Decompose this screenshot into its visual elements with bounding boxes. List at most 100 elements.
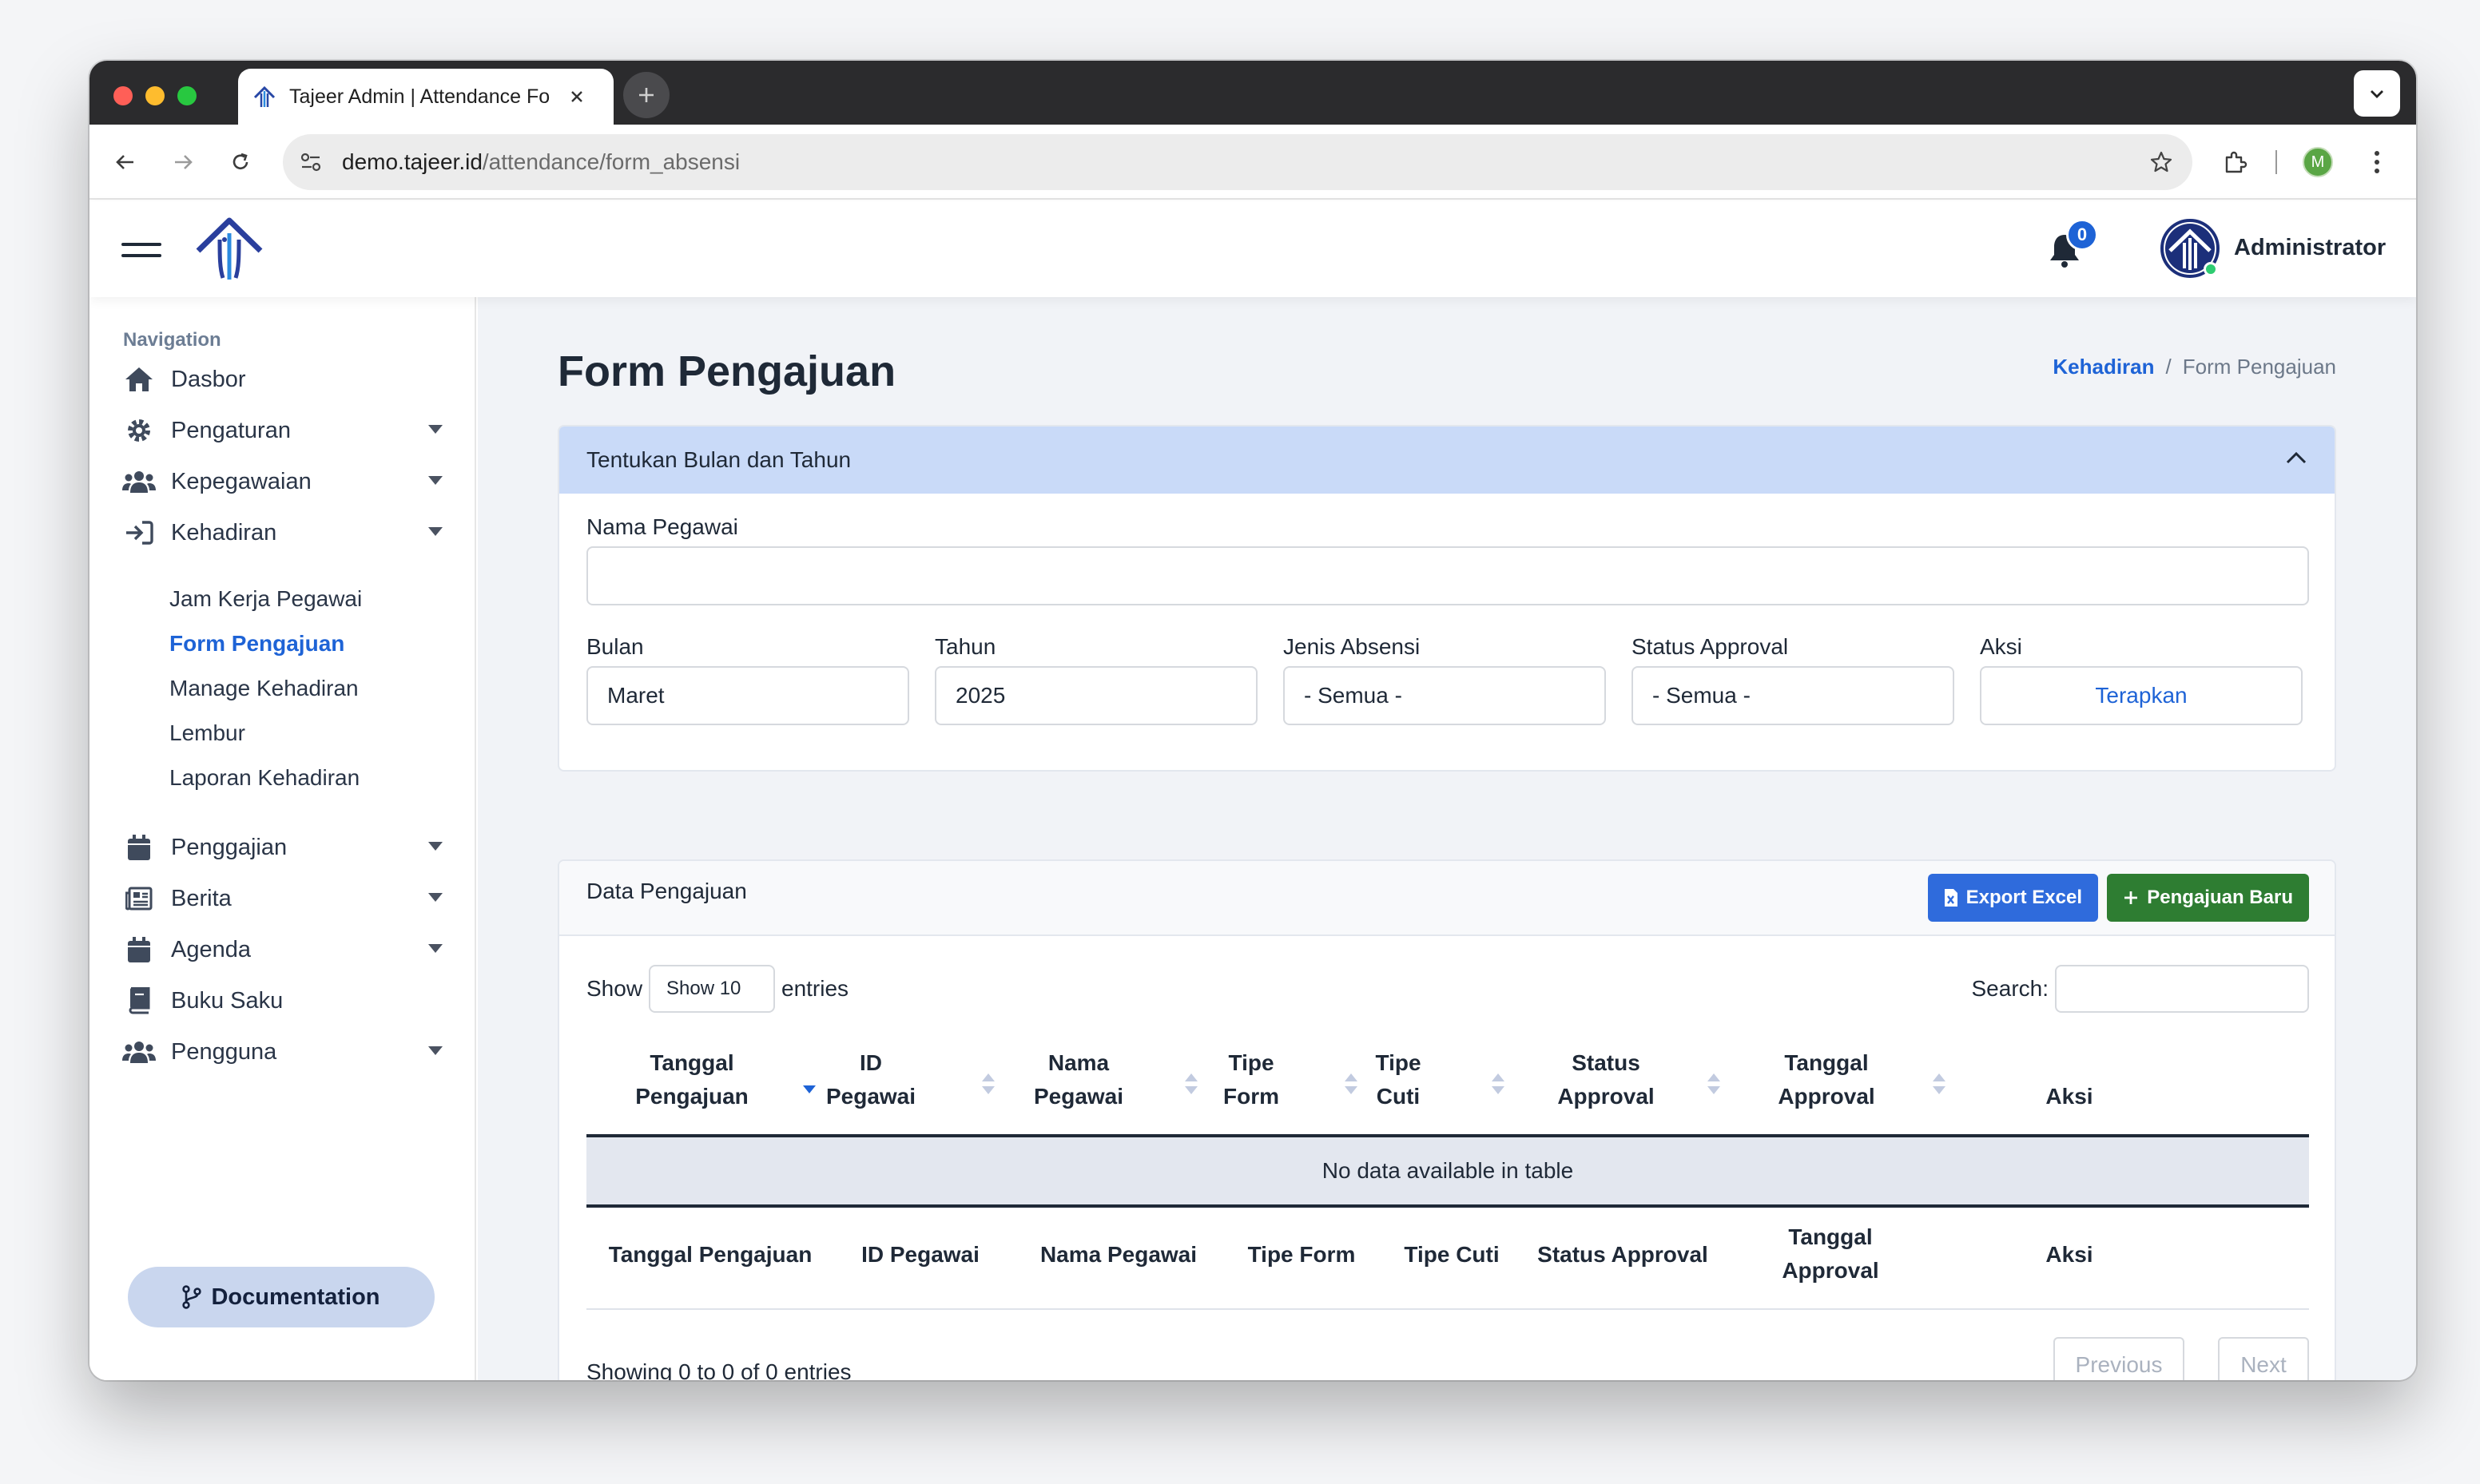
tab-favicon-icon	[252, 85, 276, 109]
search-input[interactable]	[2055, 965, 2309, 1013]
empty-table-row: No data available in table	[586, 1137, 2309, 1204]
browser-window: Tajeer Admin | Attendance Fo demo.tajeer…	[89, 61, 2416, 1380]
col-header-status-approval[interactable]: Status Approval	[1518, 1046, 1694, 1113]
app-logo[interactable]	[193, 216, 265, 283]
browser-toolbar: demo.tajeer.id/attendance/form_absensi M	[89, 125, 2416, 200]
previous-page-button[interactable]: Previous	[2053, 1337, 2184, 1380]
sidebar-item-berita[interactable]: Berita	[121, 877, 457, 920]
sidebar-subitem-form-pengajuan[interactable]: Form Pengajuan	[169, 631, 344, 657]
user-name[interactable]: Administrator	[2234, 235, 2386, 261]
new-tab-button[interactable]	[623, 72, 670, 118]
next-page-button[interactable]: Next	[2218, 1337, 2309, 1380]
reload-button[interactable]	[221, 142, 260, 182]
site-settings-icon[interactable]	[299, 150, 323, 174]
footer-col-aksi: Aksi	[2045, 1242, 2093, 1267]
bookmark-star-icon[interactable]	[2149, 150, 2173, 174]
breadcrumb-separator: /	[2165, 355, 2172, 379]
col-header-tipe-cuti[interactable]: Tipe Cuti	[1358, 1046, 1438, 1113]
online-status-dot	[2204, 262, 2218, 276]
caret-down-icon	[428, 944, 443, 953]
sidebar-item-label: Agenda	[171, 936, 251, 962]
approval-status-select[interactable]: - Semua -	[1631, 666, 1954, 725]
page-length-select[interactable]: Show 10	[649, 965, 775, 1013]
sidebar-item-kepegawaian[interactable]: Kepegawaian	[121, 460, 457, 503]
profile-avatar[interactable]: M	[2303, 147, 2333, 177]
notification-bell-button[interactable]: 0	[2047, 219, 2098, 268]
sidebar-subitem-lembur[interactable]: Lembur	[169, 720, 245, 746]
col-header-tanggal-pengajuan[interactable]: Tanggal Pengajuan	[604, 1046, 780, 1113]
browser-menu-button[interactable]	[2357, 142, 2397, 182]
month-select[interactable]: Maret	[586, 666, 909, 725]
sidebar-item-penggajian[interactable]: Penggajian	[121, 826, 457, 869]
export-excel-label: Export Excel	[1965, 887, 2082, 908]
year-select[interactable]: 2025	[935, 666, 1258, 725]
arrow-right-icon	[175, 155, 193, 169]
browser-tab[interactable]: Tajeer Admin | Attendance Fo	[238, 69, 614, 125]
close-window-button[interactable]	[113, 86, 133, 105]
hamburger-icon	[121, 243, 161, 257]
main-content: Form Pengajuan Kehadiran / Form Pengajua…	[478, 297, 2416, 1380]
arrow-left-icon	[116, 155, 133, 169]
footer-col-tipe-form: Tipe Form	[1247, 1242, 1356, 1267]
sort-icon	[1707, 1072, 1721, 1096]
col-header-id-pegawai[interactable]: ID Pegawai	[799, 1046, 943, 1113]
export-excel-button[interactable]: Export Excel	[1927, 874, 2098, 922]
git-branch-icon	[182, 1285, 202, 1309]
notification-count-badge: 0	[2066, 219, 2098, 251]
new-request-button[interactable]: Pengajuan Baru	[2107, 874, 2309, 922]
sidebar-subitem-jam-kerja-pegawai[interactable]: Jam Kerja Pegawai	[169, 586, 362, 612]
tab-close-icon[interactable]	[569, 89, 585, 105]
address-bar[interactable]: demo.tajeer.id/attendance/form_absensi	[283, 134, 2192, 190]
sidebar-subitem-manage-kehadiran[interactable]: Manage Kehadiran	[169, 676, 359, 701]
user-avatar[interactable]	[2160, 219, 2220, 278]
file-excel-icon	[1944, 888, 1958, 907]
caret-down-icon	[428, 842, 443, 851]
forward-button[interactable]	[163, 142, 203, 182]
approval-status-label: Status Approval	[1631, 634, 1789, 659]
sidebar-item-label: Penggajian	[171, 834, 288, 860]
sidebar-item-dasbor[interactable]: Dasbor	[121, 358, 457, 401]
sidebar-item-label: Pengguna	[171, 1038, 277, 1065]
back-button[interactable]	[105, 142, 145, 182]
col-header-aksi: Aksi	[2045, 1084, 2093, 1109]
sidebar-item-label: Buku Saku	[171, 987, 284, 1014]
calendar-icon	[121, 932, 157, 967]
employee-input[interactable]	[586, 546, 2309, 605]
sidebar-item-pengguna[interactable]: Pengguna	[121, 1030, 457, 1073]
sidebar-item-label: Dasbor	[171, 366, 246, 392]
tab-title: Tajeer Admin | Attendance Fo	[289, 85, 550, 108]
data-card-header: Data Pengajuan Export Excel Pengajuan Ba…	[559, 861, 2335, 936]
employee-label: Nama Pegawai	[586, 514, 738, 539]
sidebar-item-agenda[interactable]: Agenda	[121, 928, 457, 971]
filter-card-header[interactable]: Tentukan Bulan dan Tahun	[559, 427, 2335, 494]
filter-card: Tentukan Bulan dan Tahun Nama Pegawai Bu…	[558, 425, 2336, 772]
chevron-up-icon[interactable]	[2285, 450, 2307, 465]
breadcrumb-link-kehadiran[interactable]: Kehadiran	[2053, 355, 2154, 379]
tab-search-button[interactable]	[2354, 70, 2400, 117]
table-footer-border	[586, 1204, 2309, 1208]
minimize-window-button[interactable]	[145, 86, 165, 105]
documentation-button[interactable]: Documentation	[128, 1267, 435, 1327]
col-header-nama-pegawai[interactable]: Nama Pegawai	[991, 1046, 1166, 1113]
home-icon	[121, 362, 157, 397]
hamburger-menu-button[interactable]	[121, 241, 161, 260]
breadcrumb: Kehadiran / Form Pengajuan	[2053, 355, 2336, 379]
sidebar-item-kehadiran[interactable]: Kehadiran	[121, 511, 457, 554]
sidebar-item-pengaturan[interactable]: Pengaturan	[121, 409, 457, 452]
data-card-title: Data Pengajuan	[586, 879, 747, 903]
apply-button[interactable]: Terapkan	[1980, 666, 2303, 725]
footer-col-nama-pegawai: Nama Pegawai	[1039, 1242, 1198, 1267]
col-header-tanggal-approval[interactable]: Tanggal Approval	[1739, 1046, 1914, 1113]
caret-down-icon	[428, 893, 443, 902]
absence-type-select[interactable]: - Semua -	[1283, 666, 1606, 725]
sidebar-item-buku-saku[interactable]: Buku Saku	[121, 979, 457, 1022]
breadcrumb-current: Form Pengajuan	[2182, 355, 2336, 379]
users-icon	[121, 464, 157, 499]
data-card: Data Pengajuan Export Excel Pengajuan Ba…	[558, 859, 2336, 1380]
extensions-button[interactable]	[2215, 142, 2255, 182]
sidebar-subitem-laporan-kehadiran[interactable]: Laporan Kehadiran	[169, 765, 360, 791]
maximize-window-button[interactable]	[177, 86, 197, 105]
plus-icon	[639, 88, 654, 102]
col-header-tipe-form[interactable]: Tipe Form	[1195, 1046, 1307, 1113]
kebab-menu-icon	[2375, 151, 2379, 173]
